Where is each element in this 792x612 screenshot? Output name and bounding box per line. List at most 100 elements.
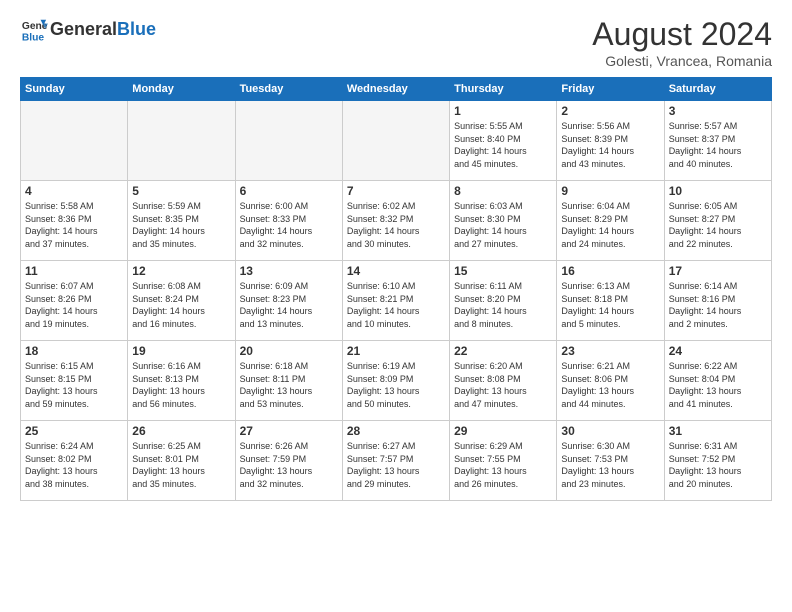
table-row: 4Sunrise: 5:58 AM Sunset: 8:36 PM Daylig…	[21, 181, 128, 261]
day-detail: Sunrise: 6:15 AM Sunset: 8:15 PM Dayligh…	[25, 360, 123, 410]
day-number: 20	[240, 344, 338, 358]
day-detail: Sunrise: 6:18 AM Sunset: 8:11 PM Dayligh…	[240, 360, 338, 410]
table-row: 25 Sunrise: 6:24 AM Sunset: 8:02 PM Dayli…	[21, 421, 128, 501]
day-detail: Sunrise: 6:02 AM Sunset: 8:32 PM Dayligh…	[347, 200, 445, 250]
day-number: 31	[669, 424, 767, 438]
calendar-header-row: Sunday Monday Tuesday Wednesday Thursday…	[21, 78, 772, 101]
calendar-week-5: 25 Sunrise: 6:24 AM Sunset: 8:02 PM Dayli…	[21, 421, 772, 501]
header-sunday: Sunday	[21, 78, 128, 101]
table-row: 11Sunrise: 6:07 AM Sunset: 8:26 PM Dayli…	[21, 261, 128, 341]
table-row: 7 Sunrise: 6:02 AM Sunset: 8:32 PM Daylig…	[342, 181, 449, 261]
table-row: 23 Sunrise: 6:21 AM Sunset: 8:06 PM Dayli…	[557, 341, 664, 421]
calendar-week-3: 11Sunrise: 6:07 AM Sunset: 8:26 PM Dayli…	[21, 261, 772, 341]
day-number: 21	[347, 344, 445, 358]
table-row: 8 Sunrise: 6:03 AM Sunset: 8:30 PM Daylig…	[450, 181, 557, 261]
day-detail: Sunrise: 5:55 AM Sunset: 8:40 PM Dayligh…	[454, 120, 552, 170]
day-detail: Sunrise: 6:24 AM Sunset: 8:02 PM Dayligh…	[25, 440, 123, 490]
table-row: 30Sunrise: 6:30 AM Sunset: 7:53 PM Dayli…	[557, 421, 664, 501]
table-row: 12 Sunrise: 6:08 AM Sunset: 8:24 PM Dayli…	[128, 261, 235, 341]
table-row: 9 Sunrise: 6:04 AM Sunset: 8:29 PM Daylig…	[557, 181, 664, 261]
table-row	[235, 101, 342, 181]
location: Golesti, Vrancea, Romania	[592, 53, 772, 69]
day-number: 25	[25, 424, 123, 438]
day-number: 16	[561, 264, 659, 278]
svg-text:Blue: Blue	[22, 32, 45, 43]
day-detail: Sunrise: 6:14 AM Sunset: 8:16 PM Dayligh…	[669, 280, 767, 330]
day-detail: Sunrise: 6:26 AM Sunset: 7:59 PM Dayligh…	[240, 440, 338, 490]
day-number: 24	[669, 344, 767, 358]
day-number: 15	[454, 264, 552, 278]
day-number: 8	[454, 184, 552, 198]
table-row: 29 Sunrise: 6:29 AM Sunset: 7:55 PM Dayli…	[450, 421, 557, 501]
day-detail: Sunrise: 5:56 AM Sunset: 8:39 PM Dayligh…	[561, 120, 659, 170]
header-tuesday: Tuesday	[235, 78, 342, 101]
calendar-week-4: 18 Sunrise: 6:15 AM Sunset: 8:15 PM Dayli…	[21, 341, 772, 421]
header-saturday: Saturday	[664, 78, 771, 101]
header-monday: Monday	[128, 78, 235, 101]
table-row: 26 Sunrise: 6:25 AM Sunset: 8:01 PM Dayli…	[128, 421, 235, 501]
day-number: 29	[454, 424, 552, 438]
table-row	[128, 101, 235, 181]
day-number: 5	[132, 184, 230, 198]
table-row: 6 Sunrise: 6:00 AM Sunset: 8:33 PM Daylig…	[235, 181, 342, 261]
month-year: August 2024	[592, 16, 772, 53]
header-wednesday: Wednesday	[342, 78, 449, 101]
day-detail: Sunrise: 6:25 AM Sunset: 8:01 PM Dayligh…	[132, 440, 230, 490]
day-detail: Sunrise: 5:57 AM Sunset: 8:37 PM Dayligh…	[669, 120, 767, 170]
day-number: 22	[454, 344, 552, 358]
day-number: 1	[454, 104, 552, 118]
table-row	[342, 101, 449, 181]
day-detail: Sunrise: 6:08 AM Sunset: 8:24 PM Dayligh…	[132, 280, 230, 330]
day-detail: Sunrise: 6:21 AM Sunset: 8:06 PM Dayligh…	[561, 360, 659, 410]
day-number: 27	[240, 424, 338, 438]
table-row: 3 Sunrise: 5:57 AM Sunset: 8:37 PM Daylig…	[664, 101, 771, 181]
day-detail: Sunrise: 6:04 AM Sunset: 8:29 PM Dayligh…	[561, 200, 659, 250]
day-number: 23	[561, 344, 659, 358]
day-detail: Sunrise: 6:27 AM Sunset: 7:57 PM Dayligh…	[347, 440, 445, 490]
day-detail: Sunrise: 6:10 AM Sunset: 8:21 PM Dayligh…	[347, 280, 445, 330]
day-detail: Sunrise: 5:58 AM Sunset: 8:36 PM Dayligh…	[25, 200, 123, 250]
table-row: 22 Sunrise: 6:20 AM Sunset: 8:08 PM Dayli…	[450, 341, 557, 421]
day-detail: Sunrise: 6:19 AM Sunset: 8:09 PM Dayligh…	[347, 360, 445, 410]
day-number: 26	[132, 424, 230, 438]
table-row: 14 Sunrise: 6:10 AM Sunset: 8:21 PM Dayli…	[342, 261, 449, 341]
day-number: 3	[669, 104, 767, 118]
page-header: General Blue GeneralBlue August 2024 Gol…	[20, 16, 772, 69]
table-row: 18 Sunrise: 6:15 AM Sunset: 8:15 PM Dayli…	[21, 341, 128, 421]
day-number: 17	[669, 264, 767, 278]
table-row: 21 Sunrise: 6:19 AM Sunset: 8:09 PM Dayli…	[342, 341, 449, 421]
day-number: 28	[347, 424, 445, 438]
table-row: 2 Sunrise: 5:56 AM Sunset: 8:39 PM Daylig…	[557, 101, 664, 181]
table-row: 15Sunrise: 6:11 AM Sunset: 8:20 PM Dayli…	[450, 261, 557, 341]
table-row	[21, 101, 128, 181]
day-detail: Sunrise: 6:00 AM Sunset: 8:33 PM Dayligh…	[240, 200, 338, 250]
day-detail: Sunrise: 6:20 AM Sunset: 8:08 PM Dayligh…	[454, 360, 552, 410]
day-number: 19	[132, 344, 230, 358]
day-detail: Sunrise: 6:31 AM Sunset: 7:52 PM Dayligh…	[669, 440, 767, 490]
table-row: 13Sunrise: 6:09 AM Sunset: 8:23 PM Dayli…	[235, 261, 342, 341]
header-thursday: Thursday	[450, 78, 557, 101]
day-number: 7	[347, 184, 445, 198]
table-row: 19Sunrise: 6:16 AM Sunset: 8:13 PM Dayli…	[128, 341, 235, 421]
day-detail: Sunrise: 6:03 AM Sunset: 8:30 PM Dayligh…	[454, 200, 552, 250]
day-detail: Sunrise: 5:59 AM Sunset: 8:35 PM Dayligh…	[132, 200, 230, 250]
table-row: 17 Sunrise: 6:14 AM Sunset: 8:16 PM Dayli…	[664, 261, 771, 341]
day-number: 9	[561, 184, 659, 198]
table-row: 16Sunrise: 6:13 AM Sunset: 8:18 PM Dayli…	[557, 261, 664, 341]
calendar-week-1: 1 Sunrise: 5:55 AM Sunset: 8:40 PM Daylig…	[21, 101, 772, 181]
day-detail: Sunrise: 6:22 AM Sunset: 8:04 PM Dayligh…	[669, 360, 767, 410]
logo-text: GeneralBlue	[50, 20, 156, 40]
table-row: 27 Sunrise: 6:26 AM Sunset: 7:59 PM Dayli…	[235, 421, 342, 501]
day-detail: Sunrise: 6:29 AM Sunset: 7:55 PM Dayligh…	[454, 440, 552, 490]
calendar-table: Sunday Monday Tuesday Wednesday Thursday…	[20, 77, 772, 501]
day-detail: Sunrise: 6:09 AM Sunset: 8:23 PM Dayligh…	[240, 280, 338, 330]
table-row: 24 Sunrise: 6:22 AM Sunset: 8:04 PM Dayli…	[664, 341, 771, 421]
day-number: 11	[25, 264, 123, 278]
day-number: 14	[347, 264, 445, 278]
day-detail: Sunrise: 6:30 AM Sunset: 7:53 PM Dayligh…	[561, 440, 659, 490]
day-number: 18	[25, 344, 123, 358]
day-number: 12	[132, 264, 230, 278]
day-number: 2	[561, 104, 659, 118]
day-number: 6	[240, 184, 338, 198]
table-row: 5 Sunrise: 5:59 AM Sunset: 8:35 PM Daylig…	[128, 181, 235, 261]
